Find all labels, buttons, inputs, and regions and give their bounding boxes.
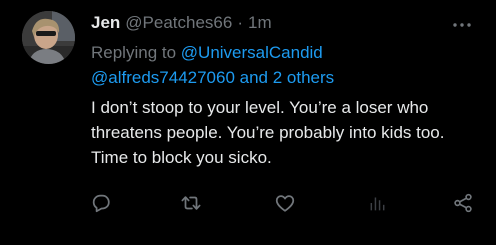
author-handle[interactable]: @Peatches66 <box>125 12 232 34</box>
action-bar <box>88 190 476 216</box>
reply-mention-others-link[interactable]: @alfreds74427060 and 2 others <box>91 68 334 87</box>
more-horizontal-icon <box>453 14 471 32</box>
retweet-icon <box>180 192 202 214</box>
tweet-text: I don’t stoop to your level. You’re a lo… <box>91 98 445 167</box>
tweet[interactable]: Jen @Peatches66 · 1m Replying to @Univer… <box>0 0 496 245</box>
retweet-button[interactable] <box>178 190 204 216</box>
avatar[interactable] <box>22 11 75 64</box>
share-button[interactable] <box>450 190 476 216</box>
reply-icon <box>90 192 112 214</box>
views-icon <box>366 192 388 214</box>
timestamp[interactable]: 1m <box>248 12 272 34</box>
like-icon <box>274 192 296 214</box>
like-button[interactable] <box>272 190 298 216</box>
more-button[interactable] <box>450 14 474 32</box>
reply-button[interactable] <box>88 190 114 216</box>
reply-mention-link[interactable]: @UniversalCandid <box>181 43 323 62</box>
tweet-header: Jen @Peatches66 · 1m <box>91 12 272 34</box>
share-icon <box>452 192 474 214</box>
replying-to-label: Replying to <box>91 43 181 62</box>
separator-dot: · <box>237 13 244 32</box>
author-name[interactable]: Jen <box>91 12 120 34</box>
replying-to: Replying to @UniversalCandid @alfreds7442… <box>91 40 481 90</box>
views-button[interactable] <box>364 190 390 216</box>
